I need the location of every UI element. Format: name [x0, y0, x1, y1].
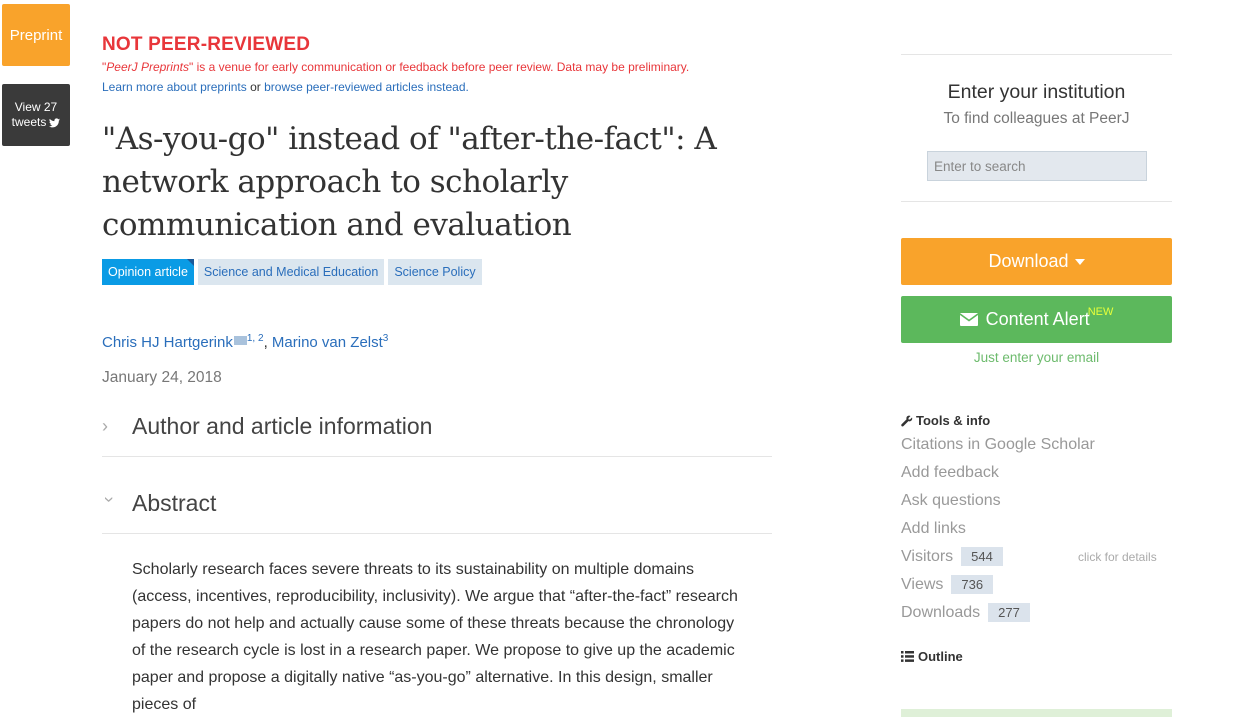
add-links-link[interactable]: Add links	[901, 520, 966, 538]
download-label: Download	[988, 251, 1069, 271]
section-label: Author and article information	[132, 413, 433, 439]
or-text: or	[246, 80, 265, 94]
tweets-label: tweets	[11, 115, 47, 129]
content-alert-label: Content Alert	[985, 309, 1090, 329]
author-separator: ,	[263, 334, 272, 351]
learn-more-link[interactable]: Learn more about preprints	[102, 80, 247, 94]
views-stat[interactable]: Views 736	[901, 575, 1172, 594]
view-tweets-button[interactable]: View 27 tweets	[2, 84, 70, 146]
add-feedback-link[interactable]: Add feedback	[901, 464, 999, 482]
peerj-preprints-brand: PeerJ Preprints	[106, 60, 189, 74]
abstract-toggle[interactable]: › Abstract	[99, 474, 772, 534]
email-note: Just enter your email	[973, 350, 1100, 365]
tag-science-policy[interactable]: Science Policy	[388, 259, 482, 285]
affiliation-sup: 1, 2	[246, 333, 264, 344]
stat-count-badge: 736	[951, 575, 994, 594]
section-label: Abstract	[132, 490, 217, 516]
tweets-count-label: View 27	[14, 100, 58, 114]
new-badge: NEW	[1087, 305, 1114, 318]
visitors-stat[interactable]: Visitors 544 click for details	[901, 547, 1172, 566]
browse-peer-reviewed-link[interactable]: browse peer-reviewed articles instead.	[264, 80, 469, 94]
abstract-text: Scholarly research faces severe threats …	[132, 561, 738, 713]
chevron-down-icon: ›	[99, 496, 120, 503]
institution-search-input[interactable]	[927, 151, 1147, 181]
preprint-notice: "PeerJ Preprints" is a venue for early c…	[102, 60, 689, 74]
email-icon[interactable]	[233, 336, 247, 345]
author-info-toggle[interactable]: › Author and article information	[102, 397, 772, 457]
wrench-icon	[901, 415, 913, 426]
author-link[interactable]: Chris HJ Hartgerink	[102, 334, 233, 351]
stat-label: Views	[901, 575, 944, 593]
stat-count-badge: 544	[961, 547, 1003, 566]
institution-subtitle: To find colleagues at PeerJ	[943, 110, 1130, 127]
download-button[interactable]: Download	[901, 238, 1172, 285]
envelope-icon	[959, 313, 978, 326]
author-link[interactable]: Marino van Zelst	[272, 334, 383, 351]
tools-heading: Tools & info	[901, 413, 990, 428]
click-for-details-link[interactable]: click for details	[1078, 550, 1157, 564]
tools-heading-label: Tools & info	[916, 413, 991, 428]
content-alert-button[interactable]: Content Alert NEW	[901, 296, 1172, 343]
not-peer-reviewed-heading: NOT PEER-REVIEWED	[102, 34, 311, 55]
preprint-badge[interactable]: Preprint	[2, 4, 70, 66]
outline-toggle[interactable]: Outline	[901, 649, 963, 664]
twitter-bird-icon	[49, 117, 61, 127]
tag-opinion-article[interactable]: Opinion article	[102, 259, 194, 285]
stat-label: Visitors	[901, 547, 954, 565]
preprint-badge-label: Preprint	[9, 26, 63, 44]
article-title: "As-you-go" instead of "after-the-fact":…	[102, 121, 717, 243]
downloads-stat[interactable]: Downloads 277	[901, 603, 1172, 622]
sidebar-green-strip	[901, 709, 1172, 717]
tag-science-medical-education[interactable]: Science and Medical Education	[197, 259, 385, 285]
citations-google-scholar-link[interactable]: Citations in Google Scholar	[901, 436, 1095, 454]
stat-count-badge: 277	[988, 603, 1030, 622]
stat-label: Downloads	[901, 603, 981, 621]
affiliation-sup: 3	[382, 333, 389, 344]
notice-description: " is a venue for early communication or …	[188, 60, 690, 74]
publication-date: January 24, 2018	[102, 369, 222, 386]
outline-label: Outline	[918, 649, 963, 664]
institution-box: Enter your institution To find colleague…	[901, 54, 1172, 202]
chevron-right-icon: ›	[102, 416, 108, 436]
list-icon	[901, 651, 914, 662]
caret-down-icon	[1074, 258, 1085, 265]
author-list: Chris HJ Hartgerink 1, 2, Marino van Zels…	[102, 333, 388, 351]
preprint-links: Learn more about preprints or browse pee…	[102, 80, 469, 94]
subject-tags: Opinion article Science and Medical Educ…	[102, 259, 482, 285]
institution-title: Enter your institution	[947, 81, 1126, 103]
ask-questions-link[interactable]: Ask questions	[901, 492, 1001, 510]
